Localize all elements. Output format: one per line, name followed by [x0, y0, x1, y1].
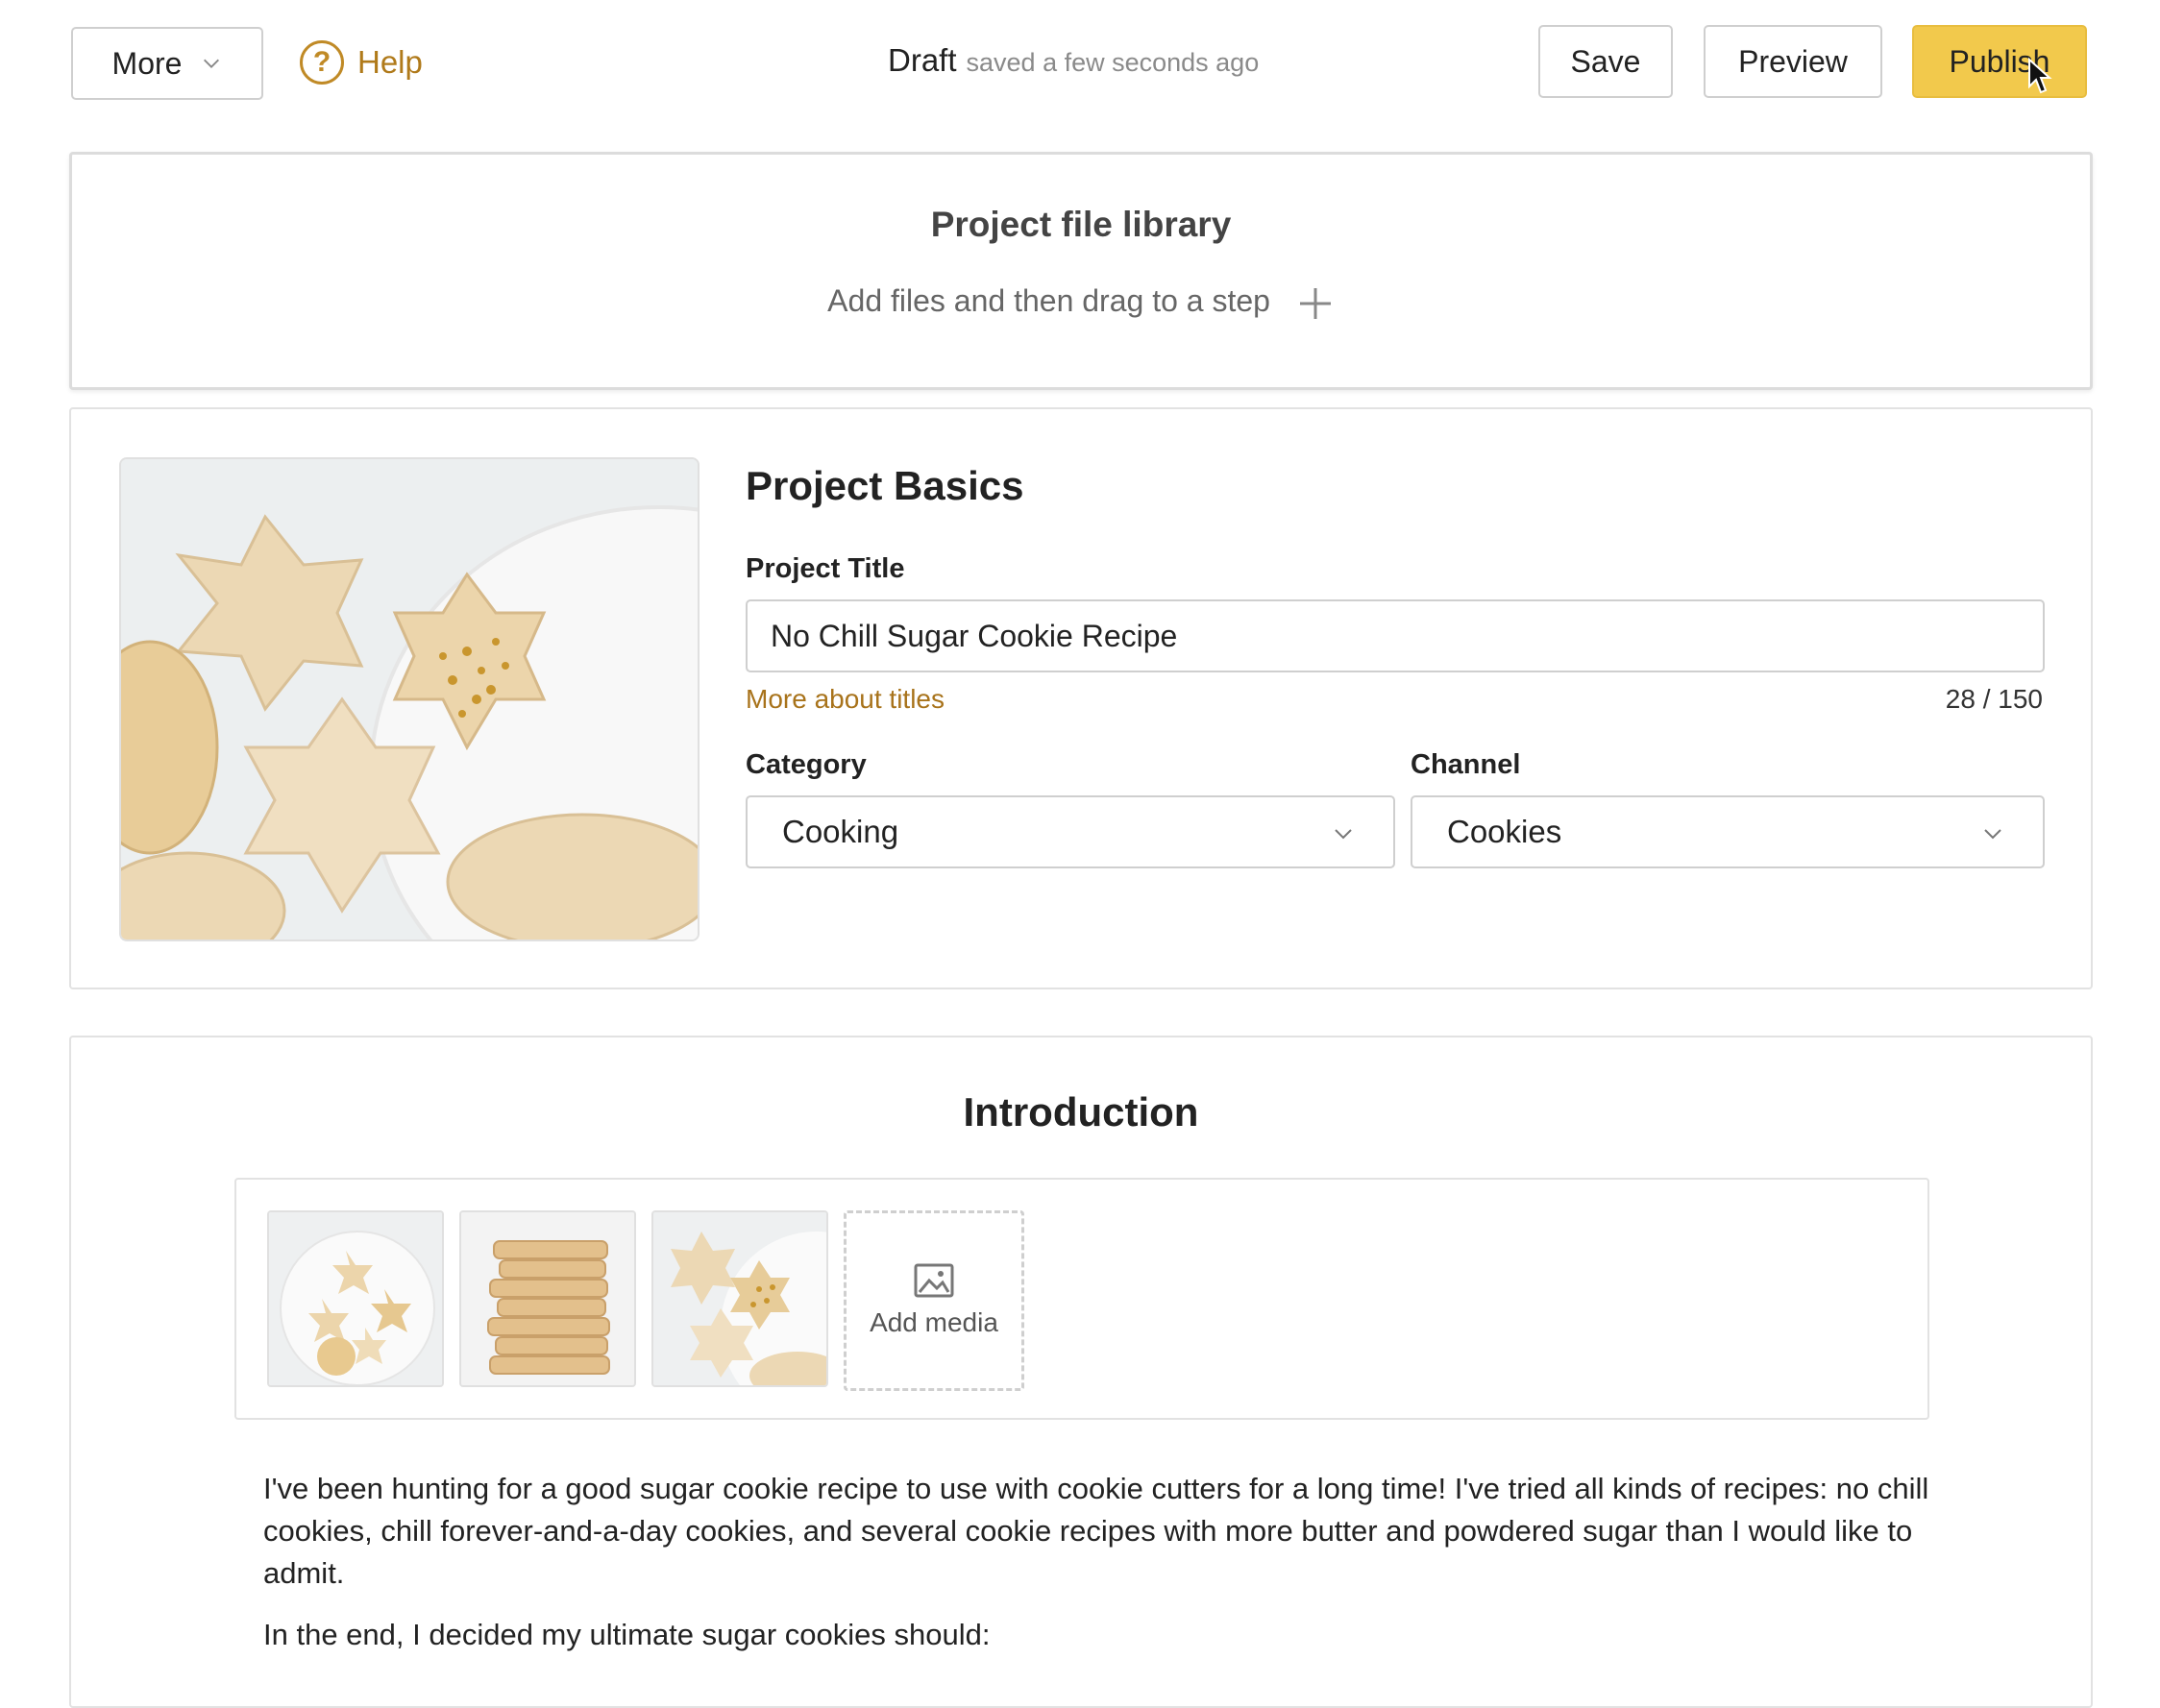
- category-value: Cooking: [782, 814, 899, 849]
- project-title-input[interactable]: No Chill Sugar Cookie Recipe: [746, 599, 2045, 672]
- question-circle-icon: ?: [300, 40, 344, 85]
- preview-button-label: Preview: [1738, 43, 1848, 79]
- intro-body-text[interactable]: I've been hunting for a good sugar cooki…: [263, 1468, 1993, 1675]
- section-title: Project Basics: [746, 463, 1024, 508]
- introduction-title: Introduction: [963, 1089, 1199, 1135]
- plus-icon[interactable]: [1296, 284, 1335, 323]
- preview-button[interactable]: Preview: [1704, 25, 1882, 98]
- cookie-plate-photo: [269, 1212, 442, 1385]
- media-thumbnail[interactable]: [267, 1210, 444, 1387]
- add-media-label: Add media: [870, 1307, 998, 1337]
- cover-image[interactable]: [119, 457, 700, 941]
- cookie-photo: [121, 459, 698, 939]
- category-select[interactable]: Cooking: [746, 795, 1395, 868]
- project-title-label: Project Title: [746, 553, 905, 584]
- image-icon: [914, 1263, 954, 1298]
- library-title: Project file library: [930, 205, 1232, 244]
- draft-label: Draft: [888, 42, 957, 78]
- chevron-down-icon: [1335, 829, 1352, 840]
- more-button-label: More: [111, 45, 183, 81]
- star-cookie-photo: [653, 1212, 826, 1385]
- add-media-button[interactable]: Add media: [844, 1210, 1024, 1391]
- introduction-card: Introduction Add media I've been hunting…: [69, 1036, 2093, 1708]
- channel-value: Cookies: [1447, 814, 1562, 849]
- channel-select[interactable]: Cookies: [1411, 795, 2045, 868]
- category-label: Category: [746, 749, 867, 780]
- project-basics-card: Project Basics Project Title No Chill Su…: [69, 407, 2093, 989]
- saved-status: saved a few seconds ago: [966, 48, 1260, 77]
- chevron-down-icon: [1984, 829, 2001, 840]
- intro-media-gallery: Add media: [234, 1178, 1929, 1420]
- channel-label: Channel: [1411, 749, 1521, 780]
- media-thumbnail[interactable]: [459, 1210, 636, 1387]
- library-subtitle: Add files and then drag to a step: [827, 283, 1270, 318]
- intro-paragraph: I've been hunting for a good sugar cooki…: [263, 1472, 1929, 1590]
- draft-status: Draft saved a few seconds ago: [888, 42, 1259, 79]
- more-button[interactable]: More: [71, 27, 263, 100]
- publish-button[interactable]: Publish: [1912, 25, 2087, 98]
- more-about-titles-link[interactable]: More about titles: [746, 684, 945, 715]
- cookie-stack-photo: [461, 1212, 634, 1385]
- pointer-cursor-icon: [2028, 58, 2052, 94]
- save-button[interactable]: Save: [1538, 25, 1673, 98]
- title-char-count: 28 / 150: [1945, 684, 2043, 714]
- media-thumbnail[interactable]: [651, 1210, 828, 1387]
- help-label: Help: [357, 44, 423, 80]
- chevron-down-icon: [204, 59, 220, 68]
- help-link[interactable]: ? Help: [300, 38, 423, 86]
- library-subtitle-row: Add files and then drag to a step: [72, 283, 2090, 323]
- top-toolbar: More ? Help Draft saved a few seconds ag…: [0, 0, 2160, 125]
- project-file-library[interactable]: Project file library Add files and then …: [69, 152, 2093, 390]
- save-button-label: Save: [1570, 43, 1641, 79]
- intro-paragraph: In the end, I decided my ultimate sugar …: [263, 1618, 991, 1651]
